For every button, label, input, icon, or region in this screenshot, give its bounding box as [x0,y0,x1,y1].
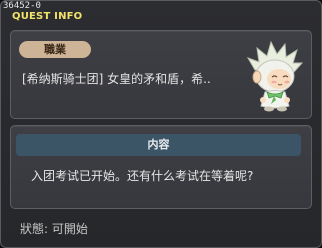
quest-status: 狀態: 可開始 [20,222,88,236]
job-tag: 職業 [19,41,91,58]
quest-info-window: 36452-0 QUEST INFO 職業 [希纳斯骑士团] 女皇的矛和盾，希.… [0,0,322,248]
job-panel: 職業 [希纳斯骑士团] 女皇的矛和盾，希.. [10,30,312,119]
content-description: 入团考试已开始。还有什么考试在等着呢? [31,169,254,183]
job-description: [希纳斯骑士团] 女皇的矛和盾，希.. [22,72,211,86]
npc-portrait-icon [246,40,304,112]
content-panel: 内容 入团考试已开始。还有什么考试在等着呢? [10,125,312,209]
window-title: QUEST INFO [12,11,83,22]
content-header: 内容 [16,134,301,156]
